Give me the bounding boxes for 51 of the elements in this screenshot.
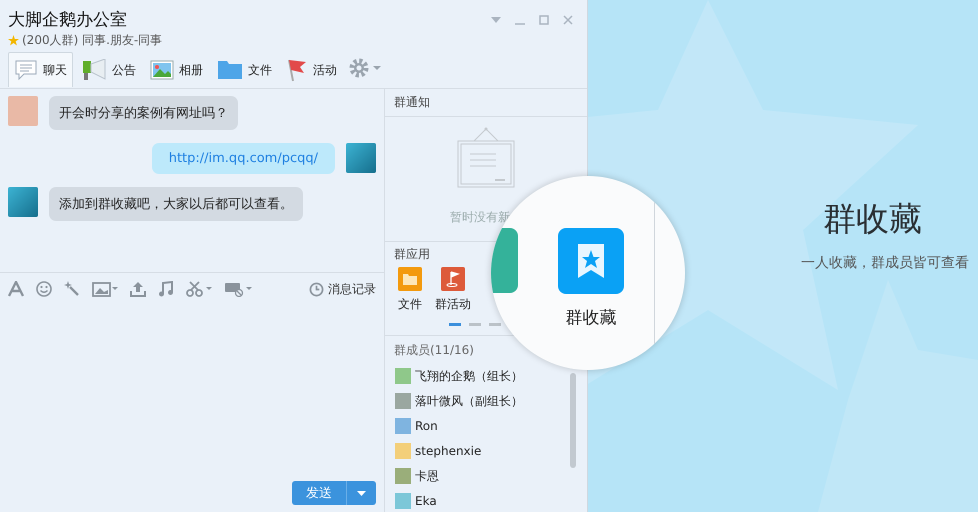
app-item[interactable]: 群活动 [435, 267, 471, 313]
member-item[interactable]: 落叶微风（副组长） [395, 392, 523, 410]
font-icon[interactable] [8, 281, 24, 297]
group-info: (200人群) 同事.朋友-同事 [22, 32, 162, 49]
music-note-icon[interactable] [158, 281, 174, 297]
scissors-icon[interactable] [186, 281, 212, 297]
magnified-app-label: 群收藏 [566, 307, 616, 329]
tab[interactable]: 聊天 [8, 52, 73, 87]
scrollbar[interactable] [570, 373, 576, 468]
section-title: 群应用 [393, 246, 431, 263]
empty-notice-text: 暂时没有新 [450, 209, 510, 226]
member-item[interactable]: 飞翔的企鹅（组长） [395, 367, 523, 385]
member-item[interactable]: Ron [395, 417, 438, 435]
megaphone-icon [81, 59, 107, 81]
upload-icon[interactable] [130, 281, 146, 297]
member-item[interactable]: 卡恩 [395, 467, 439, 485]
dropdown-icon[interactable] [491, 16, 501, 22]
close-icon[interactable] [563, 14, 573, 24]
promo-subtitle: 一人收藏，群成员皆可查看 [801, 254, 969, 272]
message-text: 添加到群收藏吧，大家以后都可以查看。 [59, 197, 293, 212]
message-text: 开会时分享的案例有网址吗？ [59, 106, 228, 121]
image-icon[interactable] [92, 281, 118, 297]
promo-title: 群收藏 [823, 198, 922, 240]
tab[interactable]: 公告 [75, 56, 142, 84]
tab[interactable]: 文件 [211, 56, 278, 84]
send-options-button[interactable] [346, 481, 376, 505]
flag-icon [286, 58, 308, 82]
screen-block-icon[interactable] [224, 281, 252, 297]
window-title: 大脚企鹅办公室 [8, 9, 127, 31]
speech-bubble-icon [14, 59, 38, 81]
clock-icon [309, 282, 324, 296]
star-icon [8, 35, 19, 46]
caret-icon [357, 490, 366, 496]
folder-icon [217, 60, 243, 80]
tab[interactable]: 活动 [280, 56, 343, 84]
penguin-avatar[interactable] [346, 143, 376, 173]
notice-board-icon [457, 127, 515, 189]
tab[interactable]: 相册 [144, 56, 209, 84]
section-title: 群通知 [385, 89, 587, 117]
settings-icon [348, 56, 382, 78]
flag-icon [441, 267, 465, 291]
member-item[interactable]: Eka [395, 492, 437, 510]
member-item[interactable]: stephenxie [395, 442, 482, 460]
app-item[interactable]: 文件 [398, 267, 422, 313]
message-history-button[interactable]: 消息记录 [309, 280, 376, 298]
picture-icon [150, 60, 174, 80]
smiley-icon[interactable] [36, 281, 52, 297]
maximize-icon[interactable] [539, 14, 549, 24]
penguin-avatar[interactable] [8, 187, 38, 217]
magic-wand-icon[interactable] [64, 281, 80, 297]
folder-icon [398, 267, 422, 291]
